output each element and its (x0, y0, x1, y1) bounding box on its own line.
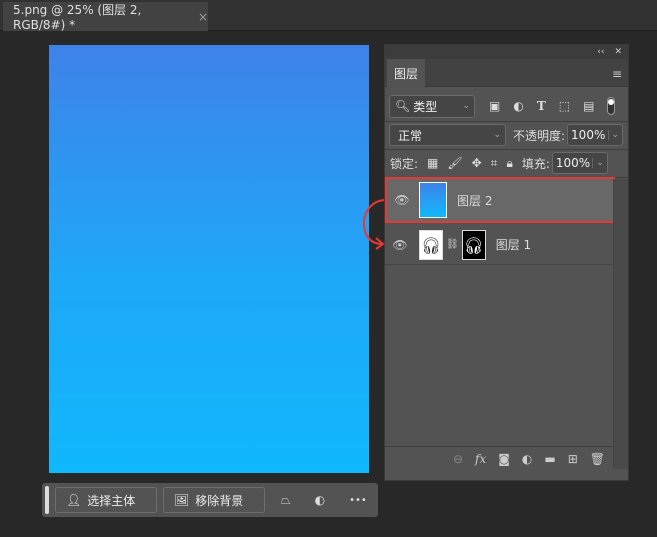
panel-menu-icon[interactable]: ≡ (612, 67, 622, 81)
tab-layers[interactable]: 图层 (387, 59, 425, 88)
layer-mask-thumbnail[interactable]: 🎧︎ (461, 229, 486, 260)
panel-header: ‹‹ ✕ (385, 45, 628, 59)
filter-type-select[interactable]: 🔍︎ 类型 ⌄ (389, 94, 475, 118)
search-icon: 🔍︎ (395, 99, 411, 113)
close-tab-icon[interactable]: × (198, 10, 208, 24)
mask-link-icon[interactable]: ⛓ (446, 239, 459, 250)
annotation-arrow (363, 199, 385, 250)
adjustment-filter-icon[interactable]: ◐ (513, 99, 523, 113)
opacity-value: 100% (571, 128, 606, 142)
filter-toggle[interactable] (607, 97, 616, 115)
canvas[interactable] (49, 45, 369, 473)
lock-position-icon[interactable]: ✥ (472, 156, 482, 170)
visibility-eye-icon[interactable]: 👁︎ (387, 193, 417, 207)
lock-row: 锁定: ▦ 🖌︎ ✥ ⌗ 🔒︎ 填充: 100% ⌄ (385, 151, 628, 175)
visibility-eye-icon[interactable]: 👁︎ (385, 238, 415, 252)
add-mask-icon[interactable]: ◙ (498, 452, 510, 466)
lock-brush-icon[interactable]: 🖌︎ (447, 156, 462, 170)
layer-name[interactable]: 图层 2 (457, 192, 492, 209)
blend-mode-select[interactable]: 正常 ⌄ (389, 124, 506, 146)
fill-label: 填充: (521, 156, 550, 171)
chevron-down-icon: ⌄ (493, 130, 501, 140)
layer-thumbnail (419, 182, 447, 218)
adjustment-icon[interactable]: ◐ (315, 493, 325, 507)
remove-background-label: 移除背景 (195, 493, 244, 508)
layer-row-1[interactable]: 👁︎ 🎧︎ ⛓ 🎧︎ 图层 1 (385, 225, 613, 265)
chevron-down-icon[interactable]: ⌄ (607, 130, 623, 140)
chevron-down-icon[interactable]: ⌄ (592, 158, 607, 168)
panel-footer: ⊖ fx ◙ ◐ ▬ ⊞ 🗑︎ (385, 446, 613, 470)
lock-all-icon[interactable]: 🔒︎ (506, 156, 512, 171)
lock-artboard-icon[interactable]: ⌗ (491, 156, 498, 171)
image-icon: 🖼︎ (174, 493, 190, 507)
select-subject-label: 选择主体 (87, 493, 136, 508)
document-tab-bar: 5.png @ 25% (图层 2, RGB/8#) * × (0, 0, 657, 32)
layer-thumbnail-headphones-icon: 🎧︎ (419, 229, 443, 260)
delete-layer-icon[interactable]: 🗑︎ (590, 452, 605, 466)
more-options-icon[interactable]: ••• (349, 495, 367, 506)
fill-input[interactable]: 100% ⌄ (551, 152, 608, 174)
chevron-down-icon: ⌄ (462, 101, 470, 111)
opacity-input[interactable]: 100% ⌄ (567, 124, 624, 146)
panel-tabs: 图层 ≡ (385, 59, 628, 88)
image-filter-icon[interactable]: ▣ (489, 99, 500, 113)
select-subject-button[interactable]: 👤︎ 选择主体 (55, 487, 157, 513)
link-layers-icon[interactable]: ⊖ (453, 452, 463, 466)
remove-background-button[interactable]: 🖼︎ 移除背景 (163, 487, 265, 513)
collapse-icon[interactable]: ‹‹ (597, 47, 604, 57)
document-tab-title: 5.png @ 25% (图层 2, RGB/8#) * (13, 3, 142, 32)
lock-transparent-icon[interactable]: ▦ (427, 156, 438, 170)
blend-mode-value: 正常 (398, 128, 423, 143)
opacity-label: 不透明度: (513, 128, 566, 143)
filter-type-label: 类型 (413, 99, 438, 114)
contextual-task-bar: 👤︎ 选择主体 🖼︎ 移除背景 ⏢ ◐ ••• (42, 483, 378, 517)
transform-icon[interactable]: ⏢ (281, 493, 291, 508)
fx-icon[interactable]: fx (475, 452, 486, 466)
document-tab[interactable]: 5.png @ 25% (图层 2, RGB/8#) * × (3, 2, 208, 32)
layers-scrollbar[interactable] (613, 179, 628, 469)
shape-filter-icon[interactable]: ⬚ (559, 99, 570, 113)
drag-handle[interactable] (45, 486, 49, 514)
adjustment-layer-icon[interactable]: ◐ (522, 452, 532, 466)
type-filter-icon[interactable]: T (537, 99, 546, 113)
layer-row-2[interactable]: 👁︎ 图层 2 (385, 177, 615, 223)
new-group-icon[interactable]: ▬ (544, 452, 555, 466)
fill-value: 100% (555, 156, 591, 170)
layers-panel: ‹‹ ✕ 图层 ≡ 🔍︎ 类型 ⌄ ▣ ◐ T ⬚ ▤ 正常 ⌄ 不透明度: 1… (384, 44, 629, 481)
lock-label: 锁定: (390, 156, 419, 171)
filter-row: 🔍︎ 类型 ⌄ ▣ ◐ T ⬚ ▤ (385, 93, 628, 119)
smart-object-filter-icon[interactable]: ▤ (583, 99, 594, 113)
blend-row: 正常 ⌄ 不透明度: 100% ⌄ (385, 123, 628, 147)
layer-name[interactable]: 图层 1 (496, 236, 531, 253)
new-layer-icon[interactable]: ⊞ (568, 452, 578, 466)
person-icon: 👤︎ (66, 493, 82, 507)
close-panel-icon[interactable]: ✕ (614, 47, 622, 57)
